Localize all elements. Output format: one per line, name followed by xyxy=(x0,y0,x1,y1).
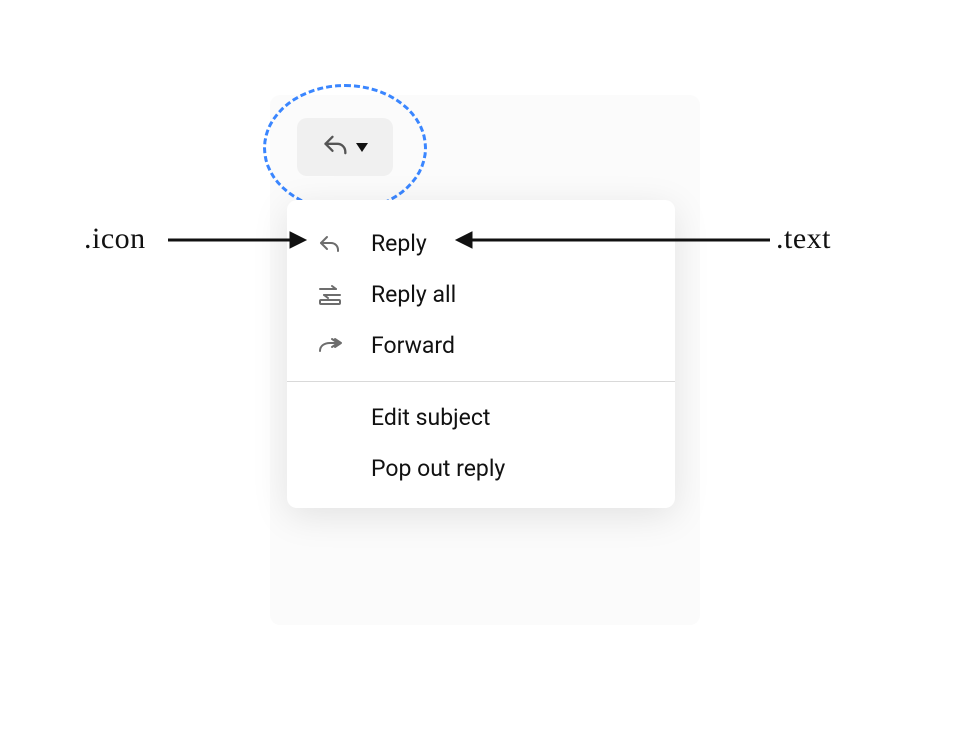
reply-icon xyxy=(315,234,345,254)
forward-icon xyxy=(315,337,345,355)
menu-item-reply-all[interactable]: Reply all xyxy=(287,269,675,320)
menu-item-pop-out-reply[interactable]: Pop out reply xyxy=(287,443,675,494)
caret-down-icon xyxy=(356,143,368,152)
menu-divider xyxy=(287,381,675,382)
menu-item-label: Edit subject xyxy=(371,404,490,431)
menu-item-edit-subject[interactable]: Edit subject xyxy=(287,392,675,443)
arrow-to-text xyxy=(454,228,770,252)
menu-item-label: Reply xyxy=(371,230,427,257)
annotation-icon-label: .icon xyxy=(84,222,146,256)
reply-icon xyxy=(322,134,350,160)
annotation-text-label: .text xyxy=(776,222,831,256)
menu-item-label: Forward xyxy=(371,332,455,359)
menu-item-label: Reply all xyxy=(371,281,456,308)
menu-item-label: Pop out reply xyxy=(371,455,505,482)
reply-dropdown-button[interactable] xyxy=(297,118,393,176)
arrow-to-icon xyxy=(168,228,308,252)
reply-all-icon xyxy=(315,284,345,306)
menu-item-forward[interactable]: Forward xyxy=(287,320,675,371)
